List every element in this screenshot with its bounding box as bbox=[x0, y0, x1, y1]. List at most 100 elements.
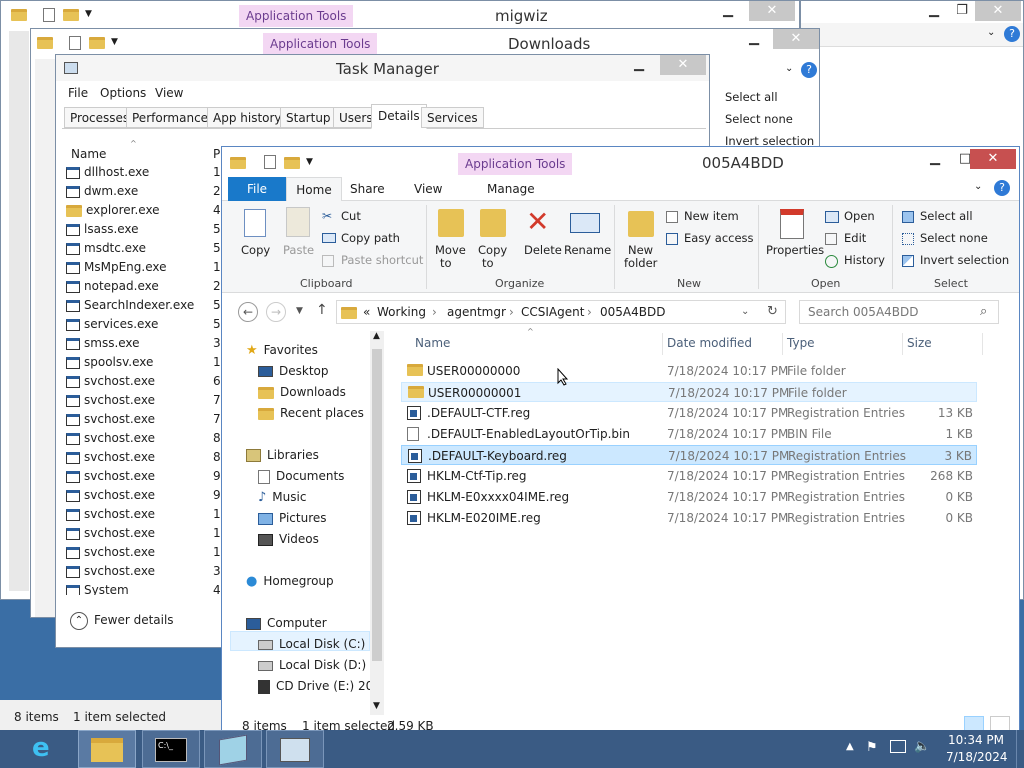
process-row[interactable]: MsMpEng.exe 1 bbox=[66, 260, 226, 279]
open-button[interactable]: Open bbox=[844, 209, 875, 223]
nav-documents[interactable]: Documents bbox=[258, 469, 344, 484]
close-button[interactable]: ✕ bbox=[975, 1, 1021, 21]
context-tab-application-tools[interactable]: Application Tools bbox=[263, 33, 378, 55]
process-row[interactable]: notepad.exe 2 bbox=[66, 279, 226, 298]
file-row[interactable]: HKLM-Ctf-Tip.reg 7/18/2024 10:17 PM Regist… bbox=[401, 466, 977, 486]
column-header-size[interactable]: Size bbox=[907, 336, 932, 350]
quick-access-dropdown-icon[interactable]: ▼ bbox=[111, 37, 118, 47]
process-row[interactable]: svchost.exe 3 bbox=[66, 564, 226, 583]
paste-button[interactable]: Paste bbox=[283, 243, 314, 257]
process-row[interactable]: svchost.exe 1 bbox=[66, 507, 226, 526]
refresh-icon[interactable]: ↻ bbox=[767, 304, 778, 319]
tab-processes[interactable]: Processes bbox=[64, 107, 136, 128]
tab-app-history[interactable]: App history bbox=[207, 107, 288, 128]
close-button[interactable]: ✕ bbox=[773, 29, 819, 49]
menu-options[interactable]: Options bbox=[100, 86, 146, 100]
help-icon[interactable]: ? bbox=[801, 62, 817, 78]
new-folder-icon[interactable] bbox=[89, 37, 105, 49]
cut-button[interactable]: Cut bbox=[341, 209, 361, 223]
process-row[interactable]: svchost.exe 9 bbox=[66, 469, 226, 488]
process-row[interactable]: msdtc.exe 5 bbox=[66, 241, 226, 260]
process-row[interactable]: dllhost.exe 1 bbox=[66, 165, 226, 184]
column-header-type[interactable]: Type bbox=[787, 336, 815, 350]
process-row[interactable]: System 4 bbox=[66, 583, 226, 595]
breadcrumb-separator-icon[interactable]: › bbox=[509, 305, 514, 319]
up-button[interactable]: ↑ bbox=[316, 302, 328, 318]
close-button[interactable]: ✕ bbox=[970, 149, 1016, 169]
new-folder-icon[interactable] bbox=[284, 157, 300, 169]
column-header-pid[interactable]: P bbox=[213, 147, 220, 161]
select-all-button[interactable]: Select all bbox=[920, 209, 973, 223]
taskbar-file-explorer[interactable] bbox=[78, 730, 136, 768]
search-input[interactable]: Search 005A4BDD bbox=[808, 305, 919, 319]
tab-share[interactable]: Share bbox=[350, 182, 385, 196]
scroll-up-icon[interactable]: ▲ bbox=[373, 331, 380, 341]
minimize-button[interactable]: ▁ bbox=[705, 1, 751, 21]
nav-pictures[interactable]: Pictures bbox=[258, 511, 327, 525]
clock-date[interactable]: 7/18/2024 bbox=[946, 750, 1008, 764]
breadcrumb-working[interactable]: Working bbox=[377, 305, 426, 319]
select-none-button[interactable]: Select none bbox=[920, 231, 988, 245]
column-header-name[interactable]: Name bbox=[71, 147, 106, 161]
copy-to-label-2[interactable]: to bbox=[482, 256, 494, 270]
process-row[interactable]: dwm.exe 2 bbox=[66, 184, 226, 203]
address-dropdown-icon[interactable]: ⌄ bbox=[741, 306, 749, 317]
paste-shortcut-button[interactable]: Paste shortcut bbox=[341, 253, 423, 267]
clock-time[interactable]: 10:34 PM bbox=[948, 733, 1004, 747]
ribbon-collapse-icon[interactable]: ⌄ bbox=[974, 181, 982, 192]
process-row[interactable]: svchost.exe 7 bbox=[66, 393, 226, 412]
ribbon-collapse-icon[interactable]: ⌄ bbox=[987, 27, 995, 38]
new-folder-button[interactable]: New bbox=[628, 243, 653, 257]
action-center-flag-icon[interactable]: ⚑ bbox=[866, 740, 878, 755]
new-folder-icon[interactable] bbox=[63, 9, 79, 21]
minimize-button[interactable]: ▁ bbox=[616, 55, 662, 75]
process-row[interactable]: svchost.exe 6 bbox=[66, 374, 226, 393]
nav-local-disk-d[interactable]: Local Disk (D:) bbox=[258, 658, 366, 672]
properties-icon[interactable] bbox=[264, 155, 276, 169]
history-button[interactable]: History bbox=[844, 253, 885, 267]
quick-access-dropdown-icon[interactable]: ▼ bbox=[85, 9, 92, 19]
nav-downloads[interactable]: Downloads bbox=[258, 385, 346, 399]
nav-homegroup[interactable]: ● Homegroup bbox=[246, 574, 334, 589]
process-row[interactable]: svchost.exe 8 bbox=[66, 431, 226, 450]
nav-music[interactable]: ♪ Music bbox=[258, 490, 306, 505]
move-to-label-2[interactable]: to bbox=[440, 256, 452, 270]
nav-videos[interactable]: Videos bbox=[258, 532, 319, 546]
tab-home[interactable]: Home bbox=[286, 177, 342, 202]
tab-details[interactable]: Details bbox=[371, 104, 427, 129]
edit-button[interactable]: Edit bbox=[844, 231, 866, 245]
tab-file[interactable]: File bbox=[228, 177, 286, 201]
invert-selection-button[interactable]: Invert selection bbox=[920, 253, 1009, 267]
show-hidden-icons-icon[interactable]: ▲ bbox=[846, 741, 854, 752]
help-icon[interactable]: ? bbox=[994, 180, 1010, 196]
select-none-button[interactable]: Select none bbox=[725, 112, 793, 126]
fewer-details-button[interactable]: ⌃ Fewer details bbox=[66, 610, 216, 632]
breadcrumb-005a4bdd[interactable]: 005A4BDD bbox=[600, 305, 665, 319]
breadcrumb-separator-icon[interactable]: › bbox=[587, 305, 592, 319]
process-row[interactable]: svchost.exe 1 bbox=[66, 545, 226, 564]
scroll-thumb[interactable] bbox=[372, 349, 382, 661]
taskbar-internet-explorer[interactable]: e bbox=[20, 730, 78, 768]
process-row[interactable]: explorer.exe 4 bbox=[66, 203, 226, 222]
forward-button[interactable]: → bbox=[266, 302, 286, 322]
properties-icon[interactable] bbox=[69, 36, 81, 50]
process-row[interactable]: smss.exe 3 bbox=[66, 336, 226, 355]
network-icon[interactable] bbox=[890, 740, 906, 753]
close-button[interactable]: ✕ bbox=[660, 55, 706, 75]
column-header-date[interactable]: Date modified bbox=[667, 336, 752, 350]
back-button[interactable]: ← bbox=[238, 302, 258, 322]
column-header-name[interactable]: Name bbox=[415, 336, 450, 350]
easy-access-button[interactable]: Easy access bbox=[684, 231, 754, 245]
breadcrumb-overflow[interactable]: « bbox=[363, 305, 370, 319]
process-row[interactable]: svchost.exe 9 bbox=[66, 488, 226, 507]
copy-to-button[interactable]: Copy bbox=[478, 243, 507, 257]
move-to-button[interactable]: Move bbox=[435, 243, 466, 257]
recent-locations-dropdown-icon[interactable]: ▼ bbox=[296, 306, 303, 316]
file-row[interactable]: HKLM-E020IME.reg 7/18/2024 10:17 PM Regist… bbox=[401, 508, 977, 528]
nav-scrollbar[interactable]: ▲ ▼ bbox=[370, 331, 384, 715]
nav-recent-places[interactable]: Recent places bbox=[258, 406, 364, 420]
file-row[interactable]: .DEFAULT-EnabledLayoutOrTip.bin 7/18/2024… bbox=[401, 424, 977, 444]
tab-manage[interactable]: Manage bbox=[487, 182, 535, 196]
scroll-down-icon[interactable]: ▼ bbox=[373, 701, 380, 711]
nav-cd-drive-e[interactable]: CD Drive (E:) 201 bbox=[258, 679, 374, 694]
